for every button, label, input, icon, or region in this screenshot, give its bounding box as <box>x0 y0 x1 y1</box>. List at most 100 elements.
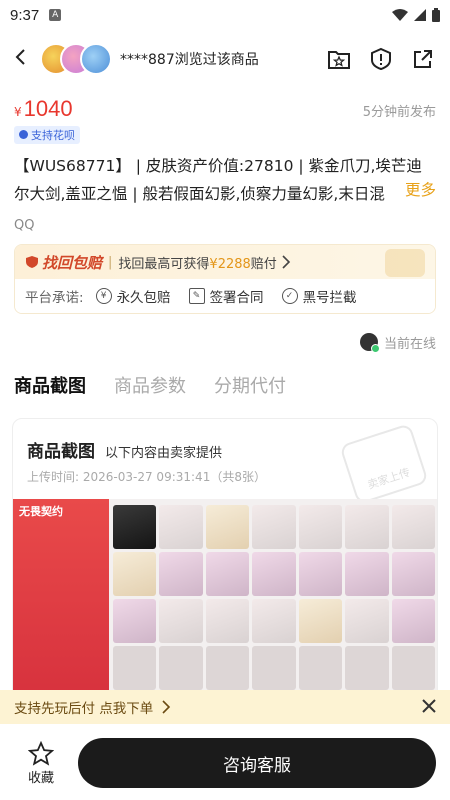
skin-tile <box>345 552 389 596</box>
description-text: 【WUS68771】 | 皮肤资产价值:27810 | 紫金爪刀,埃芒迪尔大剑,… <box>14 157 422 203</box>
empty-tile <box>345 646 389 690</box>
skin-tile <box>252 552 296 596</box>
viewer-avatars <box>40 43 112 75</box>
shield-check-icon: ✓ <box>281 288 298 304</box>
product-description: 【WUS68771】 | 皮肤资产价值:27810 | 紫金爪刀,埃芒迪尔大剑,… <box>0 144 450 210</box>
screenshots-card: 商品截图 以下内容由卖家提供 上传时间: 2026-03-27 09:31:41… <box>12 418 438 718</box>
seller-avatar <box>359 333 380 353</box>
viewed-text: ****887浏览过该商品 <box>120 52 259 68</box>
guarantee-header[interactable]: 找回包赔 | 找回最高可获得¥2288赔付 <box>15 245 435 279</box>
close-icon[interactable] <box>422 697 436 718</box>
empty-tile <box>391 646 435 690</box>
guarantee-text-prefix: 找回最高可获得 <box>118 256 210 272</box>
skin-tile <box>113 599 157 643</box>
header: ****887浏览过该商品 <box>0 30 450 88</box>
bottom-action-bar: 收藏 咨询客服 <box>0 726 450 800</box>
skin-tile <box>159 505 203 549</box>
skin-tile <box>159 552 203 596</box>
skin-tile <box>159 599 203 643</box>
header-actions <box>326 46 436 72</box>
skin-tile <box>205 599 250 643</box>
currency-symbol: ¥ <box>14 105 22 119</box>
skin-tile <box>205 552 250 596</box>
share-icon[interactable] <box>410 46 436 72</box>
guarantee-text-suffix: 赔付 <box>250 256 277 272</box>
skin-tile <box>298 599 343 643</box>
guarantee-amount: ¥2288 <box>209 256 251 272</box>
battery-icon <box>432 8 440 22</box>
game-brand: 无畏契约 <box>19 505 63 518</box>
more-link[interactable]: 更多 <box>380 176 436 204</box>
skin-grid <box>109 499 437 717</box>
shield-decoration-icon <box>385 249 425 277</box>
favorite-folder-icon[interactable] <box>326 46 352 72</box>
empty-tile <box>113 646 157 690</box>
status-time: 9:37 <box>10 6 40 24</box>
screenshots-title: 商品截图 <box>27 442 95 462</box>
empty-tile <box>252 646 296 690</box>
skin-tile <box>113 505 157 549</box>
price-row: ¥ 1040 5分钟前发布 <box>0 88 450 122</box>
guarantee-text: 找回最高可获得¥2288赔付 <box>118 253 276 272</box>
screenshot-info-panel: 无畏契约 <box>13 499 109 717</box>
upload-value: 2026-03-27 09:31:41（共8张） <box>82 470 266 484</box>
favorite-button[interactable]: 收藏 <box>14 740 68 786</box>
banner-text: 支持先玩后付 点我下单 <box>14 701 154 717</box>
star-icon <box>28 740 54 766</box>
huabei-label: 支持花呗 <box>31 128 75 142</box>
empty-tile <box>205 646 250 690</box>
badge-row: 支持花呗 <box>0 122 450 144</box>
tab-installment[interactable]: 分期代付 <box>214 372 286 414</box>
guarantee-card[interactable]: 找回包赔 | 找回最高可获得¥2288赔付 平台承诺: ¥ 永久包赔 ✎ 签署合同 … <box>14 244 436 314</box>
favorite-label: 收藏 <box>27 770 54 786</box>
shield-logo-icon <box>26 256 38 268</box>
pay-later-banner[interactable]: 支持先玩后付 点我下单 <box>0 690 450 724</box>
consult-service-button[interactable]: 咨询客服 <box>78 738 436 788</box>
upload-label: 上传时间: <box>27 470 80 484</box>
screenshot-image[interactable]: 无畏契约 <box>13 499 437 717</box>
huabei-icon <box>19 130 28 139</box>
skin-tile <box>345 599 389 643</box>
skin-tile <box>252 599 296 643</box>
avatar <box>80 43 112 75</box>
skin-tile <box>298 552 343 596</box>
huabei-badge: 支持花呗 <box>14 125 80 144</box>
published-time: 5分钟前发布 <box>362 105 436 120</box>
guarantee-logo: 找回包赔 <box>25 252 102 273</box>
skin-tile <box>298 505 343 549</box>
skin-tile <box>391 552 435 596</box>
skin-tile <box>113 552 157 596</box>
skin-tile <box>391 505 435 549</box>
price-amount: 1040 <box>23 96 73 121</box>
screenshots-subtitle: 以下内容由卖家提供 <box>105 446 223 461</box>
notification-icon: A <box>49 9 62 21</box>
chevron-right-icon <box>162 700 171 714</box>
skin-tile <box>391 599 435 643</box>
report-icon[interactable] <box>368 46 394 72</box>
product-detail-page: 9:37 A ****887浏览过该商品 ¥ 1040 5分钟前发布 支持花呗 … <box>0 0 450 800</box>
empty-tile <box>159 646 203 690</box>
status-right <box>392 8 440 22</box>
chevron-right-icon <box>282 255 290 269</box>
promise-permanent: ¥ 永久包赔 <box>95 286 171 306</box>
signal-icon <box>414 9 426 21</box>
wifi-icon <box>392 9 408 21</box>
promise-label: 平台承诺: <box>25 290 84 306</box>
platform-label: QQ <box>14 218 35 233</box>
divider: | <box>108 254 113 270</box>
platform-promises: 平台承诺: ¥ 永久包赔 ✎ 签署合同 ✓ 黑号拦截 <box>15 279 435 313</box>
skin-tile <box>205 505 250 549</box>
promise-text: 黑号拦截 <box>302 290 357 306</box>
detail-tabs: 商品截图 商品参数 分期代付 <box>0 354 450 414</box>
seller-online-row: 当前在线 <box>0 314 450 354</box>
empty-tile <box>298 646 343 690</box>
tab-parameters[interactable]: 商品参数 <box>114 372 186 414</box>
back-icon[interactable] <box>14 47 32 72</box>
promise-block: ✓ 黑号拦截 <box>281 286 357 306</box>
tab-screenshots[interactable]: 商品截图 <box>14 372 86 414</box>
contract-icon: ✎ <box>188 288 205 304</box>
skin-tile <box>252 505 296 549</box>
guarantee-logo-text: 找回包赔 <box>42 253 103 272</box>
promise-text: 签署合同 <box>209 290 264 306</box>
promise-contract: ✎ 签署合同 <box>188 286 264 306</box>
